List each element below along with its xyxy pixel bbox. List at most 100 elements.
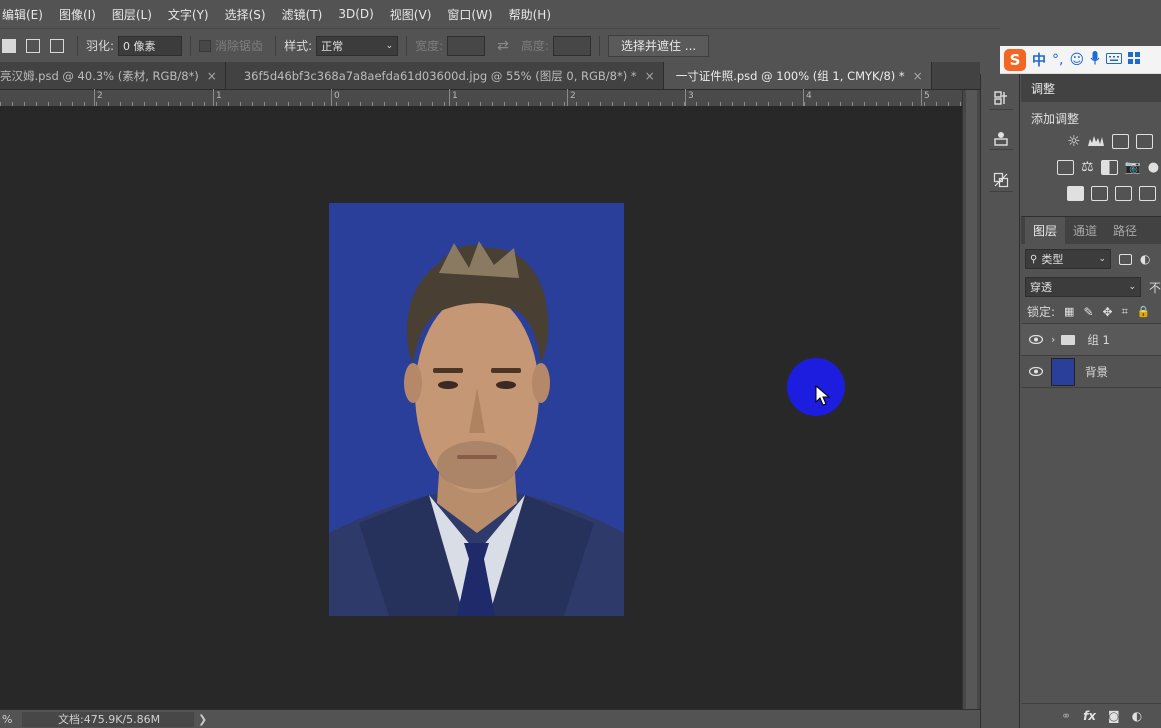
threshold-icon[interactable]: [1115, 185, 1132, 201]
tab-label: 36f5d46bf3c368a7a8aefda61d03600d.jpg @ 5…: [243, 68, 637, 83]
style-select[interactable]: 正常 ⌄: [316, 35, 399, 56]
properties-panel-icon[interactable]: [989, 168, 1013, 192]
keyboard-icon[interactable]: [1106, 52, 1123, 68]
eye-icon[interactable]: [1021, 335, 1051, 344]
layer-name: 背景: [1085, 364, 1108, 379]
menu-item[interactable]: 3D(D): [330, 7, 381, 21]
ruler-tick: [348, 102, 349, 106]
id-photo-image[interactable]: [329, 203, 624, 616]
menu-item[interactable]: 滤镜(T): [274, 6, 331, 23]
ruler-label: 4: [806, 91, 812, 101]
gradient-map-icon[interactable]: [1139, 185, 1156, 201]
document-tab[interactable]: 36f5d46bf3c368a7a8aefda61d03600d.jpg @ 5…: [226, 62, 664, 89]
add-to-selection-icon[interactable]: [26, 38, 40, 53]
tab-layers[interactable]: 图层: [1025, 217, 1066, 244]
swap-icon[interactable]: ⇄: [497, 38, 509, 54]
microphone-icon[interactable]: [1090, 50, 1100, 69]
document-tab-active[interactable]: 一寸证件照.psd @ 100% (组 1, CMYK/8) * ×: [663, 62, 932, 89]
layer-row-background[interactable]: 背景: [1021, 356, 1161, 388]
menu-item[interactable]: 选择(S): [217, 6, 274, 23]
ruler-tick: [912, 102, 913, 106]
adjustments-panel-header: 调整: [1021, 74, 1161, 102]
new-selection-icon[interactable]: [2, 38, 16, 53]
ruler-tick: [552, 102, 553, 106]
menu-item[interactable]: 图像(I): [51, 6, 104, 23]
subtract-from-selection-icon[interactable]: [50, 38, 64, 53]
ruler-tick: [108, 102, 109, 106]
sogou-logo-icon[interactable]: S: [1004, 48, 1026, 71]
adjustment-icons-row: [1021, 180, 1161, 206]
posterize-icon[interactable]: [1091, 185, 1108, 201]
menu-item[interactable]: 帮助(H): [501, 6, 559, 23]
ruler-tick: [228, 102, 229, 106]
fx-icon[interactable]: fx: [1083, 709, 1096, 723]
menu-item[interactable]: 视图(V): [382, 6, 440, 23]
smiley-icon[interactable]: ☺: [1069, 52, 1084, 68]
ruler-tick: [312, 102, 313, 106]
adjustment-icon[interactable]: ◐: [1132, 709, 1142, 723]
color-balance-icon[interactable]: ⚖: [1081, 159, 1094, 175]
layer-filter-row: ⚲ 类型 ⌄ ◐: [1021, 244, 1161, 274]
brightness-icon[interactable]: ☼: [1067, 132, 1080, 150]
adjustments-panel-icon[interactable]: [989, 86, 1013, 110]
close-icon[interactable]: ×: [207, 69, 217, 83]
lock-transparent-icon[interactable]: ▦: [1064, 305, 1074, 318]
ime-punct[interactable]: °,: [1052, 52, 1063, 68]
adjustment-filter-icon[interactable]: ◐: [1140, 252, 1150, 266]
levels-icon[interactable]: [1087, 133, 1105, 150]
chevron-right-icon[interactable]: ›: [1051, 333, 1055, 346]
antialias-checkbox[interactable]: [199, 39, 212, 52]
tab-paths[interactable]: 路径: [1105, 217, 1145, 244]
height-input[interactable]: [552, 35, 591, 56]
close-icon[interactable]: ×: [913, 69, 923, 83]
menu-bar: 编辑(E) 图像(I) 图层(L) 文字(Y) 选择(S) 滤镜(T) 3D(D) 视图(V)…: [0, 0, 1161, 28]
zoom-level[interactable]: %: [0, 713, 22, 726]
portrait-illustration: [329, 203, 624, 616]
scrollbar-thumb[interactable]: [966, 90, 977, 709]
select-and-mask-button[interactable]: 选择并遮住 ...: [607, 34, 710, 57]
ruler-major-tick: [449, 89, 450, 106]
eye-icon[interactable]: [1021, 367, 1051, 376]
link-icon[interactable]: ⚭: [1061, 709, 1071, 723]
menu-item[interactable]: 图层(L): [104, 6, 160, 23]
ruler-tick: [792, 102, 793, 106]
separator: [77, 35, 78, 56]
mask-icon[interactable]: ◙: [1108, 709, 1120, 723]
document-tab[interactable]: 亮汉姆.psd @ 40.3% (素材, RGB/8*) ×: [0, 62, 226, 89]
menu-item[interactable]: 编辑(E): [0, 6, 51, 23]
lock-position-icon[interactable]: ✥: [1103, 305, 1113, 319]
ruler-tick: [204, 102, 205, 106]
invert-icon[interactable]: [1067, 185, 1084, 201]
lock-brush-icon[interactable]: ✎: [1083, 305, 1093, 319]
tab-channels[interactable]: 通道: [1065, 217, 1105, 244]
feather-input[interactable]: 0 像素: [118, 35, 183, 56]
vibrance-icon[interactable]: [1057, 159, 1074, 175]
blend-mode-select[interactable]: 穿透 ⌄: [1025, 277, 1141, 297]
ruler-tick: [600, 102, 601, 106]
libraries-panel-icon[interactable]: [989, 126, 1013, 150]
exposure-icon[interactable]: [1136, 133, 1154, 149]
ime-mode[interactable]: 中: [1032, 50, 1046, 70]
ruler-tick: [720, 102, 721, 106]
ruler-tick: [768, 102, 769, 106]
grid-icon[interactable]: [1128, 51, 1141, 68]
tab-adjustments[interactable]: 调整: [1031, 80, 1055, 97]
menu-item[interactable]: 文字(Y): [160, 6, 217, 23]
ruler-tick: [48, 102, 49, 106]
channel-mixer-icon[interactable]: ●: [1148, 160, 1159, 175]
image-filter-icon[interactable]: [1119, 253, 1132, 265]
curves-icon[interactable]: [1112, 133, 1130, 149]
ruler-tick: [156, 102, 157, 106]
width-input[interactable]: [447, 35, 486, 56]
black-white-icon[interactable]: [1100, 159, 1118, 175]
horizontal-ruler[interactable]: 2 1 0 1 2 3 4 5: [0, 89, 962, 107]
layer-row-group[interactable]: › 组 1: [1021, 324, 1161, 356]
vertical-scrollbar[interactable]: [962, 90, 980, 709]
lock-artboard-icon[interactable]: ⌗: [1122, 305, 1128, 319]
photo-filter-icon[interactable]: 📷: [1125, 160, 1141, 175]
close-icon[interactable]: ×: [645, 69, 655, 83]
lock-all-icon[interactable]: 🔒: [1137, 305, 1151, 318]
layer-filter-select[interactable]: ⚲ 类型 ⌄: [1025, 249, 1111, 269]
chevron-right-icon[interactable]: ❯: [198, 713, 207, 726]
menu-item[interactable]: 窗口(W): [439, 6, 500, 23]
